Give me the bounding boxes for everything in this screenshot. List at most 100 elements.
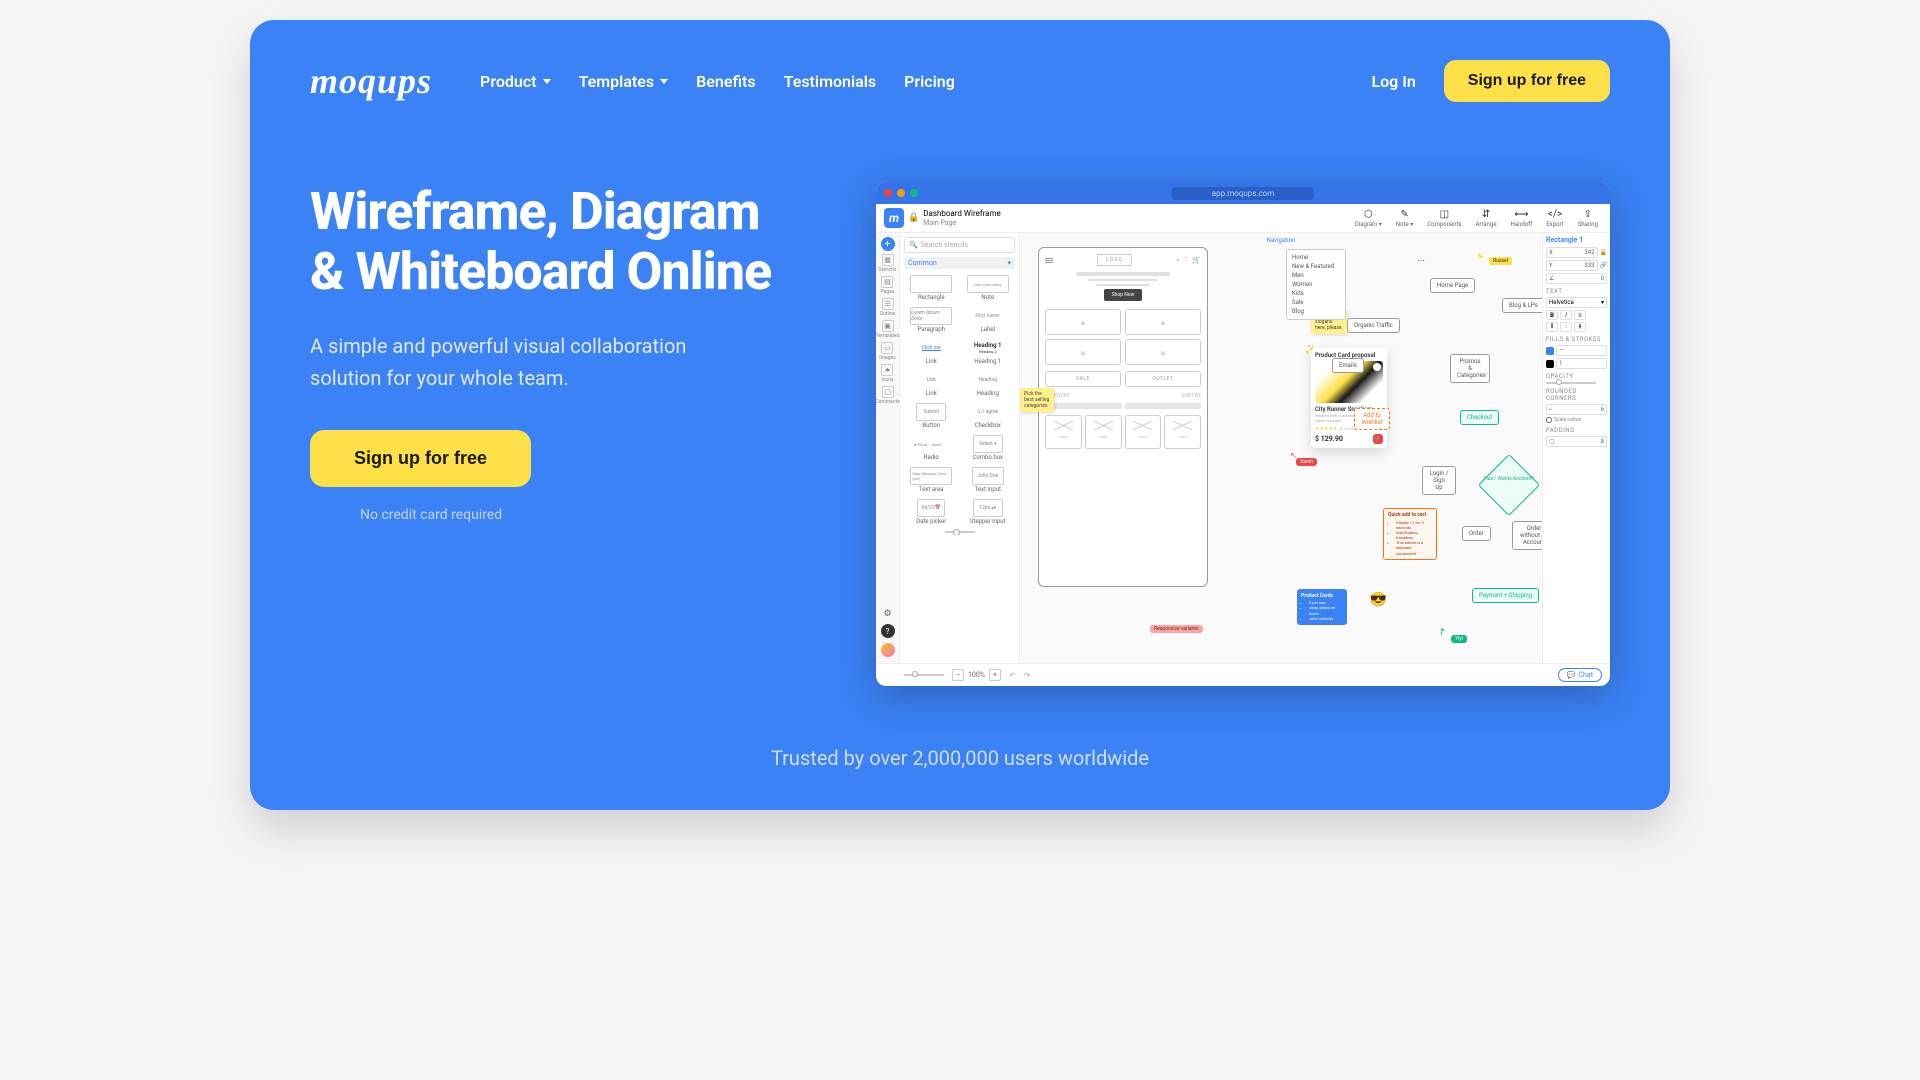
minimize-icon <box>897 189 905 197</box>
align-icon[interactable]: ⫵ <box>1574 322 1586 332</box>
stencils-icon: ▦ <box>882 254 894 266</box>
nav-testimonials[interactable]: Testimonials <box>784 72 877 91</box>
slider-control[interactable] <box>904 674 944 676</box>
font-input[interactable]: Helvetica▾ <box>1546 297 1607 308</box>
stencil-category-dropdown[interactable]: Common▾ <box>904 257 1015 269</box>
stencil-radio[interactable]: ● Pizza ○ SushiRadio <box>904 433 959 463</box>
tab-outlet: OUTLET <box>1125 371 1201 387</box>
tool-export[interactable]: </>Export <box>1546 209 1563 228</box>
stencil-stepper[interactable]: 12px ▴▾Stepper input <box>961 497 1016 527</box>
padding-input[interactable]: ▢8 <box>1546 436 1607 447</box>
page-title: Main Page <box>923 219 1001 227</box>
app-header: m 🔒 Dashboard Wireframe Main Page ⬡Diagr… <box>876 204 1610 233</box>
stencils-sidebar: 🔍Search stencils Common▾ Rectangle One m… <box>900 233 1020 663</box>
zoom-in-button[interactable]: + <box>989 669 1001 681</box>
bold-icon[interactable]: B <box>1546 310 1558 320</box>
inspector-panel: Rectangle 1 X342🔒 Y333🔗 ∠0 TEXT Helvetic… <box>1542 233 1610 663</box>
flow-emails: Emails <box>1332 358 1364 373</box>
x-input[interactable]: X342 <box>1546 247 1598 258</box>
search-input[interactable]: 🔍Search stencils <box>904 237 1015 253</box>
menu-icon <box>1045 258 1053 263</box>
flow-decision <box>1478 454 1540 516</box>
align-left-icon[interactable]: ≡ <box>1574 310 1586 320</box>
undo-icon[interactable]: ↶ <box>1009 671 1016 680</box>
sticky-note-2[interactable]: Pick the best selling categories <box>1020 388 1054 412</box>
align-icon[interactable]: ⫶ <box>1560 322 1572 332</box>
rail-icons[interactable]: ♣Icons <box>881 364 893 383</box>
tool-diagram[interactable]: ⬡Diagram ▾ <box>1355 209 1382 228</box>
comments-icon: ▢ <box>882 386 894 398</box>
stencil-note[interactable]: One more thingNote <box>961 273 1016 303</box>
nav-templates[interactable]: Templates <box>579 72 669 91</box>
rail-outline[interactable]: ☰Outline <box>880 298 896 317</box>
link-icon[interactable]: 🔗 <box>1600 262 1607 269</box>
tool-components[interactable]: ◫Components <box>1427 209 1461 228</box>
nav-product[interactable]: Product <box>480 72 551 91</box>
stencil-checkbox[interactable]: ☑ I agreeCheckbox <box>961 401 1016 431</box>
y-input[interactable]: Y333 <box>1546 260 1598 271</box>
heart-icon: ♡ <box>1183 256 1189 265</box>
gear-icon[interactable]: ⚙ <box>883 609 891 619</box>
stencil-button[interactable]: SubmitButton <box>904 401 959 431</box>
opacity-slider[interactable] <box>1546 382 1596 384</box>
italic-icon[interactable]: I <box>1560 310 1572 320</box>
stencil-link2[interactable]: LinkLink <box>904 369 959 399</box>
rotate-input[interactable]: ∠0 <box>1546 273 1607 284</box>
brand-logo[interactable]: moqups <box>310 60 432 102</box>
scale-radius-checkbox[interactable] <box>1546 417 1552 423</box>
rail-stencils[interactable]: ▦Stencils <box>879 254 897 273</box>
login-link[interactable]: Log In <box>1371 72 1415 91</box>
maximize-icon <box>910 189 918 197</box>
stencil-heading[interactable]: HeadingHeading <box>961 369 1016 399</box>
mobile-wireframe[interactable]: LOGO ⌕♡🛒 Shop Now ▲ ▲ <box>1038 247 1208 587</box>
signup-button[interactable]: Sign up for free <box>1444 60 1610 102</box>
lock-icon: 🔒 <box>908 213 919 223</box>
stroke-swatch[interactable] <box>1546 360 1554 368</box>
stencil-textinput[interactable]: John DoeText Input <box>961 465 1016 495</box>
rail-images[interactable]: ▭Images <box>879 342 896 361</box>
nav-pricing[interactable]: Pricing <box>904 72 955 91</box>
fill-input[interactable]: — <box>1556 345 1607 356</box>
zoom-out-button[interactable]: − <box>952 669 964 681</box>
stencil-link[interactable]: Click meLink <box>904 337 959 367</box>
hero-cta-button[interactable]: Sign up for free <box>310 430 531 487</box>
redo-icon[interactable]: ↷ <box>1024 671 1031 680</box>
tool-arrange[interactable]: ⇵Arrange <box>1476 209 1497 228</box>
flowchart[interactable]: Home Page Blog & LPs Organic Traffic Ema… <box>1332 248 1542 628</box>
user-avatar[interactable] <box>881 643 895 657</box>
left-rail: + ▦Stencils ▤Pages ☰Outline ▣Templates ▭… <box>876 233 900 663</box>
align-icon[interactable]: ⫴ <box>1546 322 1558 332</box>
tool-handoff[interactable]: ⟷Handoff <box>1511 209 1533 228</box>
help-icon[interactable]: ? <box>881 624 895 638</box>
handoff-icon: ⟷ <box>1514 209 1528 220</box>
chat-button[interactable]: 💬Chat <box>1558 668 1602 682</box>
stencil-paragraph[interactable]: Lorem Ipsum DolorParagraph <box>904 305 959 335</box>
chat-icon: 💬 <box>1567 671 1576 679</box>
stencil-combobox[interactable]: Select ▾Combo box <box>961 433 1016 463</box>
lock-icon[interactable]: 🔒 <box>1600 249 1607 256</box>
canvas[interactable]: Navigation LOGO ⌕♡🛒 Shop <box>1020 233 1542 663</box>
stencil-label[interactable]: First name:Label <box>961 305 1016 335</box>
rail-comments[interactable]: ▢Comments <box>876 386 900 405</box>
nav-benefits[interactable]: Benefits <box>696 72 755 91</box>
flow-login: Login / Sign Up <box>1422 466 1456 495</box>
stencil-textarea[interactable]: Dear Moqups I love you!Text area <box>904 465 959 495</box>
add-button[interactable]: + <box>881 237 895 251</box>
image-icon: ▲ <box>1079 318 1087 327</box>
tool-sharing[interactable]: ⇪Sharing <box>1578 209 1598 228</box>
stroke-width-input[interactable]: 1 <box>1556 358 1607 369</box>
stencil-heading1[interactable]: Heading 1Heading 2Heading 1 <box>961 337 1016 367</box>
corner-input[interactable]: ⌐6 <box>1546 404 1607 415</box>
stencil-rectangle[interactable]: Rectangle <box>904 273 959 303</box>
rail-templates[interactable]: ▣Templates <box>876 320 899 339</box>
calendar-icon: 📅 <box>935 505 941 511</box>
stencil-slider[interactable] <box>904 529 1015 535</box>
hero-subtitle: A simple and powerful visual collaborati… <box>310 330 750 394</box>
fill-swatch[interactable] <box>1546 347 1554 355</box>
rail-pages[interactable]: ▤Pages <box>881 276 895 295</box>
flow-order-noacct: Order without an Account <box>1512 521 1542 550</box>
flow-order: Order <box>1462 526 1491 541</box>
bottom-bar: − 100% + ↶ ↷ 💬Chat <box>876 663 1610 686</box>
tool-note[interactable]: ✎Note ▾ <box>1396 209 1413 228</box>
stencil-datepicker[interactable]: 04/22 📅Date picker <box>904 497 959 527</box>
